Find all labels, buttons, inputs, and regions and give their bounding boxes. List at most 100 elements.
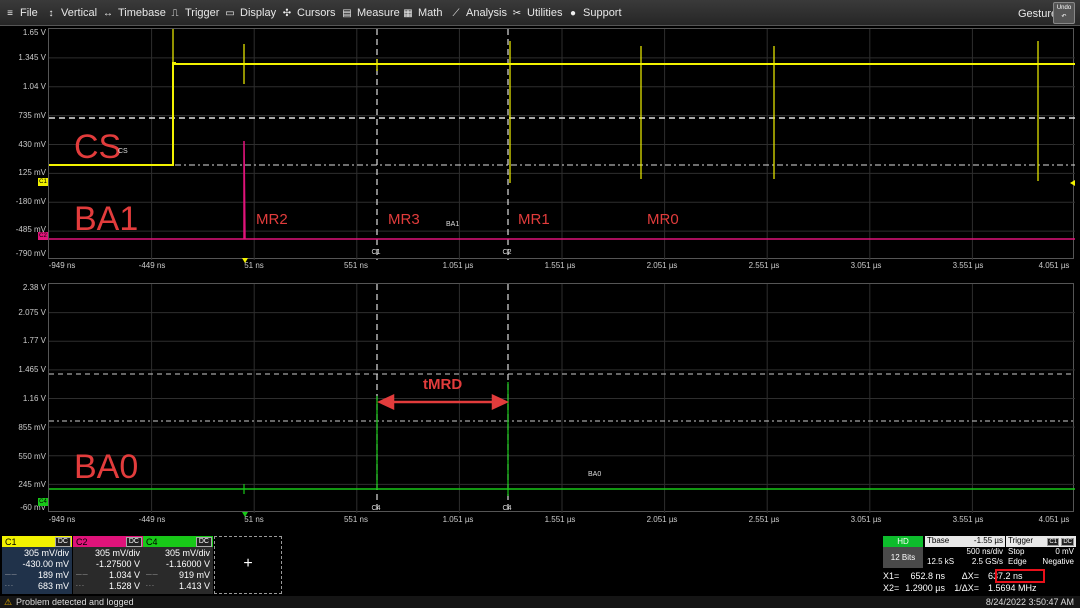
x-tick: -949 ns [48, 261, 76, 270]
waveform-pane-top[interactable] [48, 28, 1075, 260]
y-tick: 1.04 V [22, 82, 46, 91]
trigger-header: Trigger C1 DC [1006, 536, 1076, 547]
waveform-grid-bottom [49, 284, 1075, 513]
menu-trigger[interactable]: ⎍ Trigger [169, 5, 220, 21]
timebase-row: 12.5 kS 2.5 GS/s [925, 557, 1005, 568]
ba0-trace-tag: BA0 [588, 471, 602, 478]
menu-analysis[interactable]: ⟋ Analysis [450, 5, 507, 21]
cursor2-value: 1.413 V [178, 581, 210, 591]
menu-math-label: Math [418, 7, 443, 19]
y-tick: 1.77 V [22, 336, 46, 345]
cursor1-indicator: —·— [76, 572, 88, 578]
menu-support-label: Support [583, 7, 622, 19]
mr1-annotation: MR1 [518, 211, 550, 228]
analysis-icon: ⟋ [452, 7, 460, 19]
x-tick: 2.051 µs [646, 261, 678, 270]
trigger-row: Edge Negative [1006, 557, 1076, 568]
channel-c4-header: C4 DC [143, 536, 213, 547]
coupling-badge: DC [125, 536, 142, 547]
x-tick: -949 ns [48, 515, 76, 524]
add-channel-button[interactable]: + [214, 536, 282, 594]
timebase-descriptor[interactable]: Tbase -1.55 µs 500 ns/div 12.5 kS 2.5 GS/s [925, 536, 1005, 568]
menu-math[interactable]: ▦ Math [402, 5, 442, 21]
gesture-label[interactable]: Gesture [1018, 8, 1057, 20]
c1-ground-marker[interactable]: C1 [38, 178, 48, 186]
c2-ground-marker[interactable]: C2 [38, 232, 48, 240]
status-message[interactable]: Problem detected and logged [16, 597, 134, 607]
x-tick: 2.551 µs [748, 261, 780, 270]
trigger-position-marker[interactable] [242, 258, 248, 263]
cursor1-value: 1.034 V [108, 570, 140, 580]
menu-timebase[interactable]: ↔ Timebase [102, 5, 166, 21]
menu-vertical[interactable]: ↕ Vertical [45, 5, 98, 21]
y-tick: -180 mV [15, 197, 46, 206]
utilities-icon: ✂ [512, 7, 522, 19]
waveform-pane-bottom[interactable] [48, 283, 1075, 513]
trigger-label: Trigger [1008, 536, 1034, 545]
y-tick: 125 mV [18, 168, 46, 177]
cursor-row-x2: X2= 1.2900 µs 1/ΔX= 1.5694 MHz [883, 582, 1076, 594]
menu-timebase-label: Timebase [118, 7, 166, 19]
undo-icon: ↶ [1061, 14, 1067, 20]
x-tick: 3.551 µs [952, 261, 984, 270]
warning-icon[interactable]: ⚠ [4, 597, 12, 608]
plus-icon: + [243, 555, 253, 572]
x-tick: -449 ns [138, 515, 166, 524]
channel-c4-descriptor[interactable]: C4 DC 305 mV/div -1.16000 V —·— 919 mV - -… [143, 536, 213, 594]
x-tick: 1.551 µs [544, 261, 576, 270]
y-tick: 1.65 V [22, 28, 46, 37]
trigger-position-marker-bottom[interactable] [242, 512, 248, 517]
mr0-annotation: MR0 [647, 211, 679, 228]
c4-ground-marker[interactable]: C4 [38, 498, 48, 506]
inverse-dx-value: 1.5694 MHz [988, 583, 1037, 593]
trigger-descriptor[interactable]: Trigger C1 DC Stop 0 mV Edge Negative [1006, 536, 1076, 568]
menu-cursors[interactable]: ✣ Cursors [281, 5, 336, 21]
cursor2-indicator: - - - [146, 583, 154, 589]
timebase-icon: ↔ [103, 7, 113, 19]
measure-icon: ▤ [342, 7, 352, 19]
x1-label: X1= [883, 571, 900, 581]
menu-measure[interactable]: ▤ Measure [341, 5, 400, 21]
channel-c1-body: 305 mV/div -430.00 mV —·— 189 mV - - - 683… [2, 547, 72, 593]
cursor2-indicator: - - - [76, 583, 84, 589]
trigger-mode: Stop [1008, 546, 1025, 556]
cursor1-value: 189 mV [37, 570, 69, 580]
cursor1-indicator: —·— [146, 572, 158, 578]
trigger-level-marker[interactable] [1070, 180, 1075, 186]
cs-trace-tag: CS [118, 148, 128, 155]
x-tick: 1.051 µs [442, 261, 474, 270]
trigger-row: Stop 0 mV [1006, 547, 1076, 558]
channel-c4-body: 305 mV/div -1.16000 V —·— 919 mV - - - 1.4… [143, 547, 213, 593]
menu-file[interactable]: ≡ File [4, 5, 38, 21]
x2-label: X2= [883, 583, 900, 593]
trigger-icon: ⎍ [171, 7, 179, 19]
menu-utilities[interactable]: ✂ Utilities [511, 5, 563, 21]
channel-c1-descriptor[interactable]: C1 DC 305 mV/div -430.00 mV —·— 189 mV - -… [2, 536, 72, 594]
timebase-label: Tbase [927, 536, 950, 545]
cursor2-value: 1.528 V [108, 581, 140, 591]
channel-c2-descriptor[interactable]: C2 DC 305 mV/div -1.27500 V —·— 1.034 V - … [73, 536, 143, 594]
support-icon: ● [569, 7, 577, 19]
hd-descriptor[interactable]: HD 12 Bits [883, 536, 923, 568]
menu-file-label: File [20, 7, 38, 19]
cursor-readout[interactable]: X1= 652.8 ns ΔX= 637.2 ns X2= 1.2900 µs … [883, 570, 1076, 594]
y-tick: 1.16 V [22, 394, 46, 403]
y-tick: 2.38 V [22, 283, 46, 292]
x-tick: 4.051 µs [1038, 515, 1070, 524]
cursor2-value: 683 mV [37, 581, 69, 591]
y-tick: -790 mV [15, 249, 46, 258]
menu-measure-label: Measure [357, 7, 400, 19]
y-tick: 735 mV [18, 111, 46, 120]
menu-bar: ≡ File ↕ Vertical ↔ Timebase ⎍ Trigger ▭ Disp… [0, 0, 1080, 26]
undo-button[interactable]: Undo ↶ [1053, 2, 1075, 24]
cursor-tag-c2: C2 [502, 249, 512, 256]
menu-support[interactable]: ● Support [567, 5, 622, 21]
cursor2-indicator: - - - [5, 583, 13, 589]
cursor-tag-c4-x1: C4 [371, 505, 381, 512]
coupling-badge: DC [195, 536, 212, 547]
x1-value: 652.8 ns [910, 571, 945, 581]
math-icon: ▦ [403, 7, 413, 19]
trigger-type: Edge [1008, 557, 1027, 566]
y-tick: 1.465 V [18, 365, 46, 374]
menu-display[interactable]: ▭ Display [224, 5, 276, 21]
